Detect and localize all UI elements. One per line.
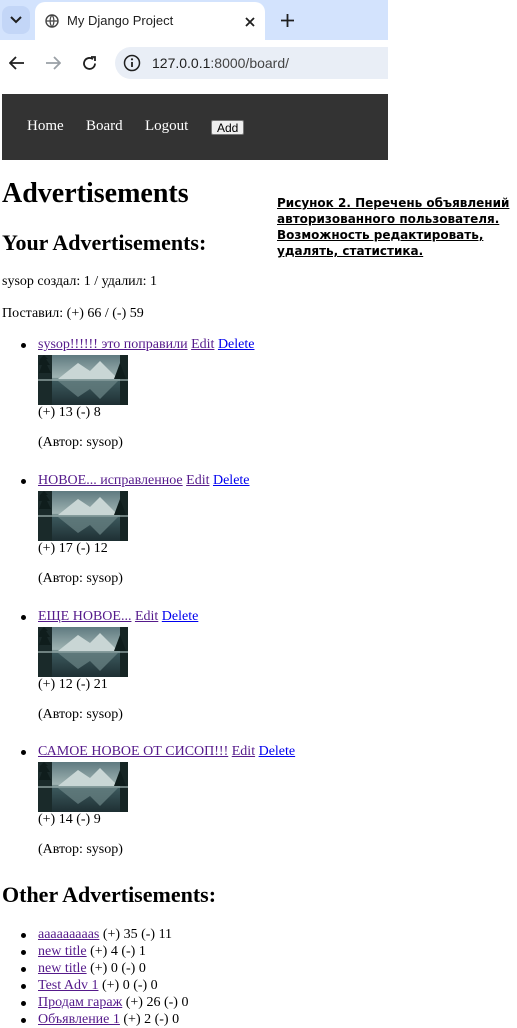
ad-thumbnail-image	[38, 491, 128, 541]
list-bullet	[21, 1018, 26, 1023]
forward-button[interactable]	[43, 53, 63, 73]
list-item: new title (+) 4 (-) 1	[21, 943, 188, 960]
tab-close-button[interactable]	[241, 13, 259, 31]
other-ads-list: aaaaaaaaas (+) 35 (-) 11 new title (+) 4…	[21, 926, 189, 1028]
my-ad-item: НОВОЕ... исправленное Edit Delete (+) 17…	[21, 473, 358, 587]
list-bullet	[21, 950, 26, 955]
ad-thumbnail-image	[38, 355, 128, 405]
other-ad-link[interactable]: aaaaaaaaas	[38, 927, 99, 942]
ad-delete-link[interactable]: Delete	[213, 473, 250, 488]
list-bullet	[21, 967, 26, 972]
site-info-icon[interactable]	[122, 53, 142, 73]
ad-thumbnail-image	[38, 627, 128, 677]
ad-delete-link[interactable]: Delete	[218, 337, 255, 352]
list-bullet	[21, 479, 26, 484]
list-bullet	[21, 343, 26, 348]
list-item: new title (+) 0 (-) 0	[21, 960, 188, 977]
plus-icon	[280, 13, 294, 27]
other-ad-score: (+) 0 (-) 0	[101, 978, 158, 993]
ad-author: (Автор: sysop)	[38, 707, 123, 722]
url-text: 127.0.0.1:8000/board/	[152, 55, 289, 71]
other-ad-link[interactable]: Объявление 1	[38, 1012, 120, 1027]
other-ad-score: (+) 26 (-) 0	[125, 995, 189, 1010]
reload-icon	[82, 55, 96, 70]
close-icon	[245, 17, 255, 27]
my-ad-item: ЕЩЕ НОВОЕ... Edit Delete (+) 12 (-) 21 (…	[21, 609, 358, 723]
ad-score: (+) 12 (-) 21	[38, 677, 108, 692]
your-ads-heading: Your Advertisements:	[2, 230, 207, 255]
user-stats-created: sysop создал: 1 / удалил: 1	[2, 274, 158, 289]
ad-edit-link[interactable]: Edit	[186, 473, 209, 488]
other-ad-score: (+) 0 (-) 0	[90, 961, 146, 976]
ad-author: (Автор: sysop)	[38, 571, 123, 586]
ad-title-link[interactable]: sysop!!!!!! это поправили	[38, 337, 188, 352]
my-ad-item: САМОЕ НОВОЕ ОТ СИСОП!!! Edit Delete (+) …	[21, 744, 358, 858]
chevron-down-icon	[10, 16, 22, 24]
ad-thumbnail-image	[38, 762, 128, 812]
ad-title-link[interactable]: ЕЩЕ НОВОЕ...	[38, 609, 131, 624]
nav-home-link[interactable]: Home	[27, 118, 64, 135]
page-title: Advertisements	[2, 178, 189, 209]
list-bullet	[21, 1001, 26, 1006]
ad-edit-link[interactable]: Edit	[191, 337, 214, 352]
list-item: aaaaaaaaas (+) 35 (-) 11	[21, 926, 188, 943]
list-item: Test Adv 1 (+) 0 (-) 0	[21, 977, 188, 994]
url-host: 127.0.0.1	[152, 55, 211, 71]
figure-caption: Рисунок 2. Перечень объявлений авторизов…	[277, 196, 510, 258]
tab-title: My Django Project	[67, 13, 174, 28]
ad-edit-link[interactable]: Edit	[232, 744, 255, 759]
list-bullet	[21, 750, 26, 755]
ad-edit-link[interactable]: Edit	[135, 609, 158, 624]
other-ad-score: (+) 35 (-) 11	[102, 927, 173, 942]
arrow-right-icon	[46, 56, 61, 70]
browser-toolbar: 127.0.0.1:8000/board/	[0, 40, 388, 86]
add-button[interactable]: Add	[211, 120, 245, 135]
ad-score: (+) 14 (-) 9	[38, 812, 101, 827]
my-ad-item: sysop!!!!!! это поправили Edit Delete (+…	[21, 337, 358, 451]
list-item: Объявление 1 (+) 2 (-) 0	[21, 1011, 188, 1028]
nav-logout-link[interactable]: Logout	[145, 118, 188, 135]
nav-board-link[interactable]: Board	[86, 118, 123, 135]
list-bullet	[21, 933, 26, 938]
ad-author: (Автор: sysop)	[38, 842, 123, 857]
tab-search-button[interactable]	[2, 6, 30, 34]
other-ad-link[interactable]: new title	[38, 961, 87, 976]
browser-tab[interactable]: My Django Project	[35, 2, 265, 40]
ad-score: (+) 17 (-) 12	[38, 541, 108, 556]
other-ad-link[interactable]: Продам гараж	[38, 995, 122, 1010]
other-ad-score: (+) 4 (-) 1	[90, 944, 146, 959]
browser-tab-bar: My Django Project	[0, 0, 388, 40]
new-tab-button[interactable]	[277, 10, 297, 30]
ad-title-link[interactable]: НОВОЕ... исправленное	[38, 473, 183, 488]
other-ad-score: (+) 2 (-) 0	[123, 1012, 180, 1027]
other-ads-heading: Other Advertisements:	[2, 882, 217, 907]
other-ad-link[interactable]: new title	[38, 944, 87, 959]
user-stats-votes: Поставил: (+) 66 / (-) 59	[2, 306, 144, 321]
ad-delete-link[interactable]: Delete	[259, 744, 296, 759]
list-bullet	[21, 984, 26, 989]
list-item: Продам гараж (+) 26 (-) 0	[21, 994, 189, 1011]
list-bullet	[21, 615, 26, 620]
other-ad-link[interactable]: Test Adv 1	[38, 978, 98, 993]
ad-author: (Автор: sysop)	[38, 435, 123, 450]
ad-score: (+) 13 (-) 8	[38, 405, 101, 420]
ad-delete-link[interactable]: Delete	[162, 609, 199, 624]
back-button[interactable]	[7, 53, 27, 73]
url-path: :8000/board/	[210, 55, 290, 71]
address-bar[interactable]: 127.0.0.1:8000/board/	[115, 47, 388, 79]
site-navbar: Home Board Logout Add	[2, 94, 388, 160]
reload-button[interactable]	[79, 53, 99, 73]
globe-icon	[45, 14, 59, 28]
arrow-left-icon	[9, 56, 24, 70]
ad-title-link[interactable]: САМОЕ НОВОЕ ОТ СИСОП!!!	[38, 744, 228, 759]
